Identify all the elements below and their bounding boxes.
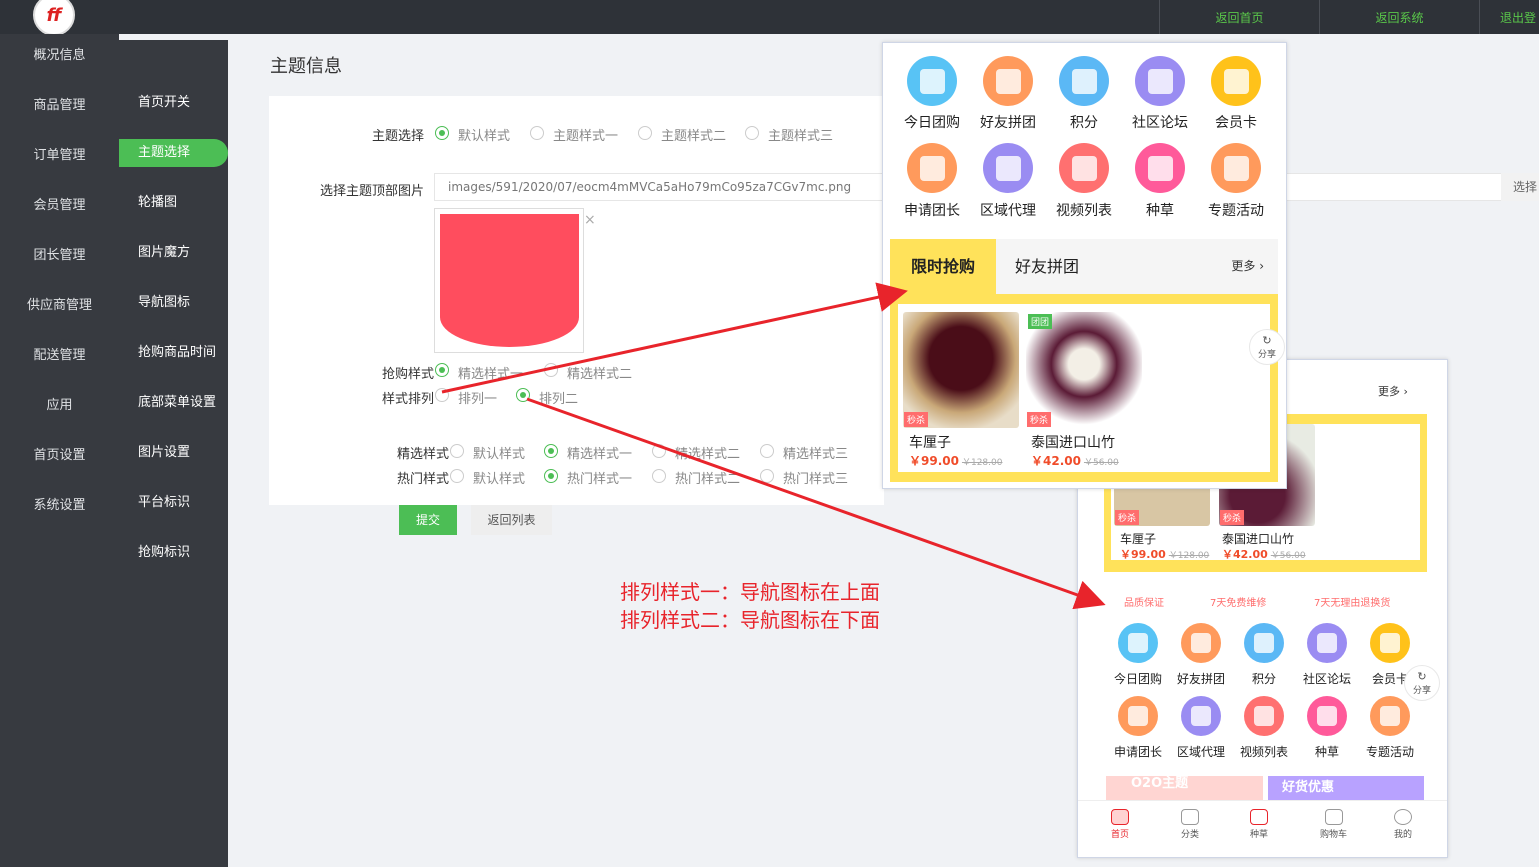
arrow-to-preview-2 xyxy=(526,397,1106,610)
annotation-arrows xyxy=(441,282,1106,610)
arrow-to-preview-1 xyxy=(441,282,908,394)
